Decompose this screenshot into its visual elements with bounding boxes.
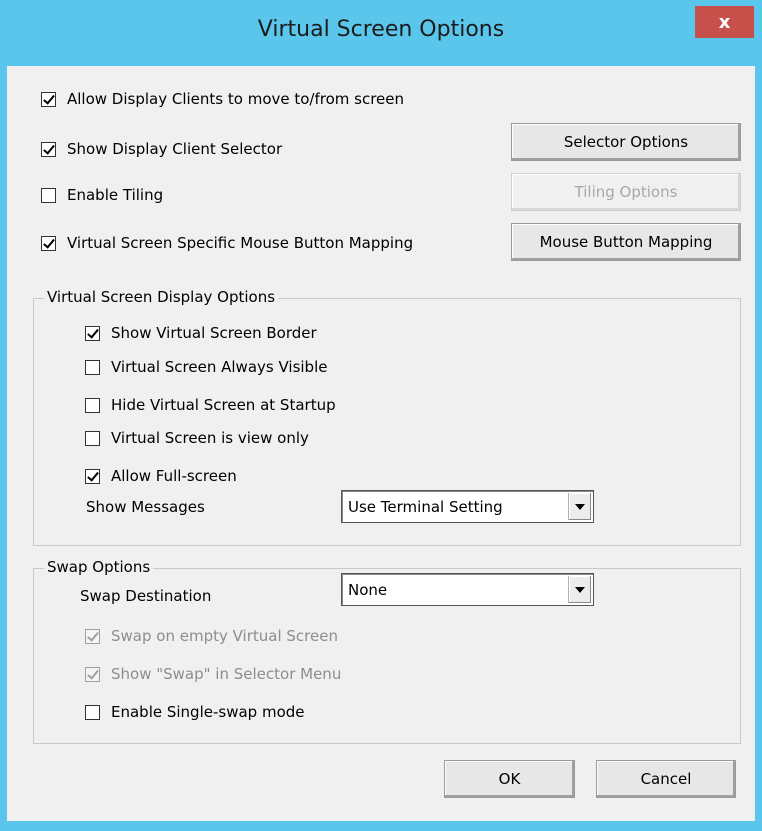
- swap-destination-value: None: [348, 580, 388, 599]
- display-options-group-label: Virtual Screen Display Options: [44, 288, 279, 306]
- option-show-swap-in-menu[interactable]: Show "Swap" in Selector Menu: [85, 665, 341, 683]
- option-show-border[interactable]: Show Virtual Screen Border: [85, 324, 317, 342]
- option-mouse-mapping[interactable]: Virtual Screen Specific Mouse Button Map…: [41, 234, 413, 252]
- checkbox-single-swap[interactable]: [85, 704, 100, 720]
- option-label: Virtual Screen is view only: [111, 429, 309, 447]
- cancel-button[interactable]: Cancel: [596, 760, 736, 798]
- window-title: Virtual Screen Options: [257, 17, 505, 42]
- close-button[interactable]: x: [695, 6, 754, 38]
- checkbox-view-only[interactable]: [85, 430, 100, 446]
- checkbox-show-swap-in-menu[interactable]: [85, 666, 100, 682]
- tiling-options-button[interactable]: Tiling Options: [511, 173, 741, 211]
- checkbox-allow-fullscreen[interactable]: [85, 468, 100, 484]
- option-single-swap[interactable]: Enable Single-swap mode: [85, 703, 305, 721]
- option-label: Enable Single-swap mode: [111, 703, 305, 721]
- checkbox-hide-at-startup[interactable]: [85, 397, 100, 413]
- checkbox-show-selector[interactable]: [41, 141, 56, 157]
- checkbox-enable-tiling[interactable]: [41, 187, 56, 203]
- checkbox-swap-on-empty[interactable]: [85, 628, 100, 644]
- chevron-down-icon[interactable]: [568, 576, 591, 603]
- checkbox-show-border[interactable]: [85, 325, 100, 341]
- chevron-down-icon[interactable]: [568, 493, 591, 520]
- option-always-visible[interactable]: Virtual Screen Always Visible: [85, 358, 327, 376]
- option-hide-at-startup[interactable]: Hide Virtual Screen at Startup: [85, 396, 336, 414]
- swap-destination-select[interactable]: None: [341, 573, 594, 606]
- option-label: Allow Full-screen: [111, 467, 237, 485]
- swap-destination-label: Swap Destination: [80, 587, 212, 605]
- selector-options-button[interactable]: Selector Options: [511, 123, 741, 161]
- option-swap-on-empty[interactable]: Swap on empty Virtual Screen: [85, 627, 338, 645]
- dialog-body: Allow Display Clients to move to/from sc…: [7, 66, 755, 821]
- option-allow-move[interactable]: Allow Display Clients to move to/from sc…: [41, 90, 404, 108]
- option-label: Show Virtual Screen Border: [111, 324, 317, 342]
- mouse-button-mapping-button[interactable]: Mouse Button Mapping: [511, 223, 741, 261]
- checkbox-always-visible[interactable]: [85, 359, 100, 375]
- option-label: Allow Display Clients to move to/from sc…: [67, 90, 405, 108]
- option-label: Virtual Screen Specific Mouse Button Map…: [67, 234, 414, 252]
- option-label: Show "Swap" in Selector Menu: [111, 665, 342, 683]
- option-label: Enable Tiling: [67, 186, 164, 204]
- title-bar[interactable]: Virtual Screen Options x: [0, 0, 762, 66]
- checkbox-mouse-mapping[interactable]: [41, 235, 56, 251]
- option-label: Swap on empty Virtual Screen: [111, 627, 338, 645]
- option-view-only[interactable]: Virtual Screen is view only: [85, 429, 309, 447]
- show-messages-label: Show Messages: [86, 498, 205, 516]
- swap-options-group-label: Swap Options: [44, 558, 154, 576]
- close-icon: x: [718, 11, 731, 33]
- option-label: Hide Virtual Screen at Startup: [111, 396, 336, 414]
- ok-button[interactable]: OK: [444, 760, 575, 798]
- option-enable-tiling[interactable]: Enable Tiling: [41, 186, 163, 204]
- show-messages-value: Use Terminal Setting: [348, 497, 503, 516]
- option-label: Virtual Screen Always Visible: [111, 358, 328, 376]
- option-label: Show Display Client Selector: [67, 140, 283, 158]
- option-show-selector[interactable]: Show Display Client Selector: [41, 140, 282, 158]
- checkbox-allow-move[interactable]: [41, 91, 56, 107]
- option-allow-fullscreen[interactable]: Allow Full-screen: [85, 467, 237, 485]
- show-messages-select[interactable]: Use Terminal Setting: [341, 490, 594, 523]
